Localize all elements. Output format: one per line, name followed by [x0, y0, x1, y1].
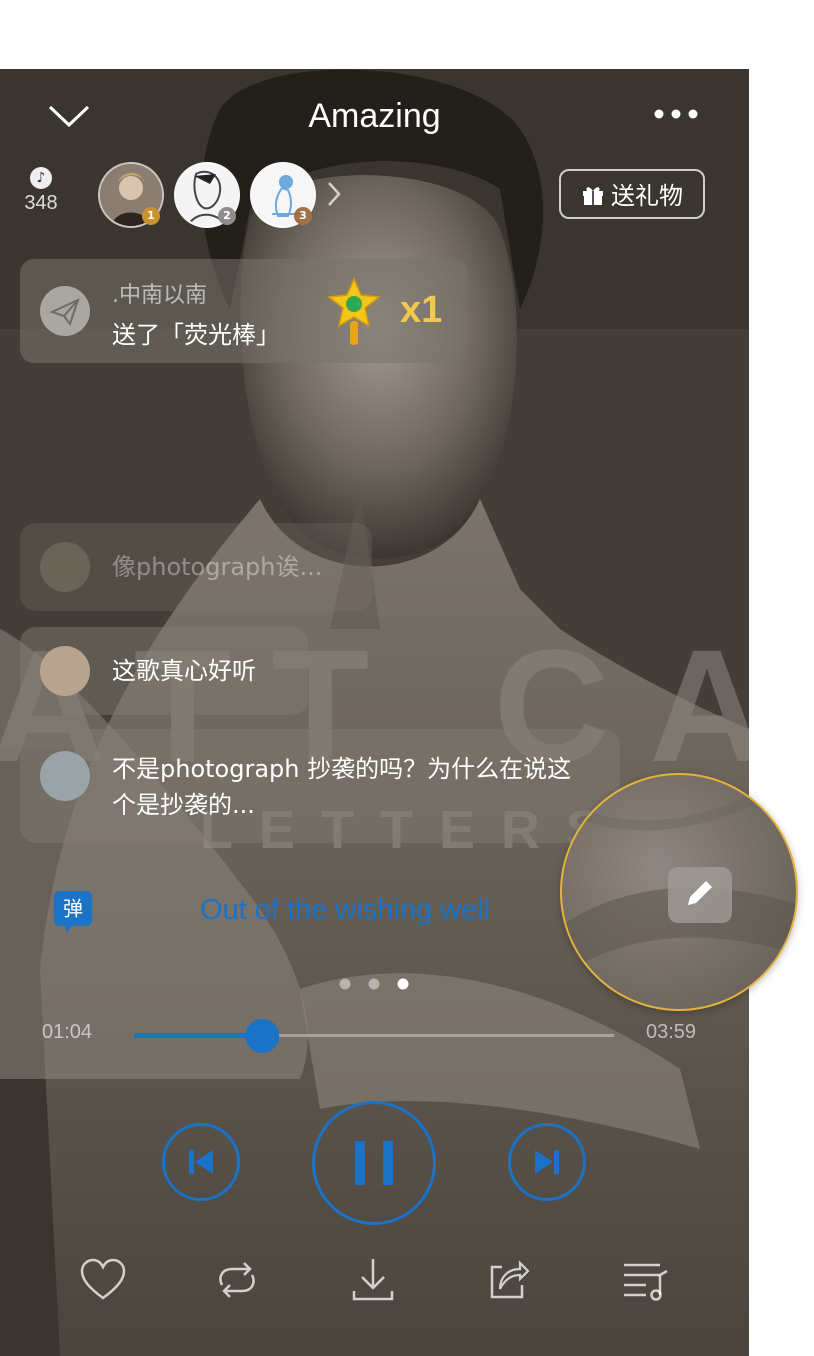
coin-count: 348 — [24, 192, 58, 214]
commenter-avatar — [40, 751, 90, 801]
gift-notification: .中南以南 送了「荧光棒」 x1 — [20, 259, 468, 363]
comment-text: 这歌真心好听 — [112, 657, 256, 685]
skip-previous-icon — [189, 1150, 213, 1174]
more-horizontal-icon[interactable] — [652, 106, 700, 122]
chevron-right-icon[interactable] — [324, 179, 344, 209]
comment-bubble: 这歌真心好听 — [20, 627, 308, 715]
send-gift-button[interactable]: 送礼物 — [559, 169, 705, 219]
commenter-avatar — [40, 542, 90, 592]
comment-bubble: 不是photograph 抄袭的吗？为什么在说这个是抄袭的... — [20, 729, 620, 843]
seek-bar[interactable] — [134, 1019, 614, 1053]
page-indicator — [339, 978, 409, 990]
download-icon[interactable] — [348, 1255, 398, 1305]
song-title: Amazing — [308, 97, 441, 135]
music-coin-counter[interactable]: ♪ 348 — [18, 167, 64, 215]
playlist-icon[interactable] — [620, 1255, 670, 1305]
sender-avatar — [40, 286, 90, 336]
pause-button[interactable] — [312, 1101, 436, 1225]
previous-track-button[interactable] — [162, 1123, 240, 1201]
total-time: 03:59 — [646, 1021, 697, 1043]
comment-text: 不是photograph 抄袭的吗？为什么在说这个是抄袭的... — [112, 755, 572, 819]
gift-count: x1 — [400, 289, 443, 331]
next-track-button[interactable] — [508, 1123, 586, 1201]
gift-sender-name: .中南以南 — [112, 283, 207, 308]
fan-rank-badge-1: 1 — [142, 207, 160, 225]
pause-icon — [355, 1141, 393, 1185]
seek-bar-thumb[interactable] — [245, 1019, 280, 1053]
gift-description: 送了「荧光棒」 — [112, 321, 280, 349]
commenter-avatar — [40, 646, 90, 696]
repeat-icon[interactable] — [212, 1255, 262, 1305]
pencil-icon — [688, 881, 712, 905]
current-lyric: Out of the wishing well — [200, 894, 491, 926]
danmu-toggle-button[interactable]: 弹 — [52, 891, 94, 933]
paper-plane-icon — [49, 298, 80, 327]
heart-icon[interactable] — [78, 1255, 128, 1305]
zoom-callout — [560, 773, 798, 1011]
fan-rank-badge-3: 3 — [294, 207, 312, 225]
skip-next-icon — [535, 1150, 559, 1174]
write-comment-button[interactable] — [668, 867, 732, 923]
send-gift-label: 送礼物 — [611, 182, 683, 210]
fan-rank-badge-2: 2 — [218, 207, 236, 225]
comment-bubble: 像photograph诶... — [20, 523, 372, 611]
danmu-toggle-label: 弹 — [63, 897, 83, 921]
seek-bar-fill — [134, 1033, 263, 1038]
share-icon[interactable] — [484, 1255, 534, 1305]
glow-stick-icon — [327, 277, 381, 345]
player-screen: ATT CARD LETTERS Amazing ♪ 348 1 2 — [0, 69, 749, 1356]
current-time: 01:04 — [42, 1021, 93, 1043]
gift-icon — [583, 187, 603, 205]
comment-text: 像photograph诶... — [112, 553, 323, 581]
music-coin-icon: ♪ — [30, 167, 52, 189]
